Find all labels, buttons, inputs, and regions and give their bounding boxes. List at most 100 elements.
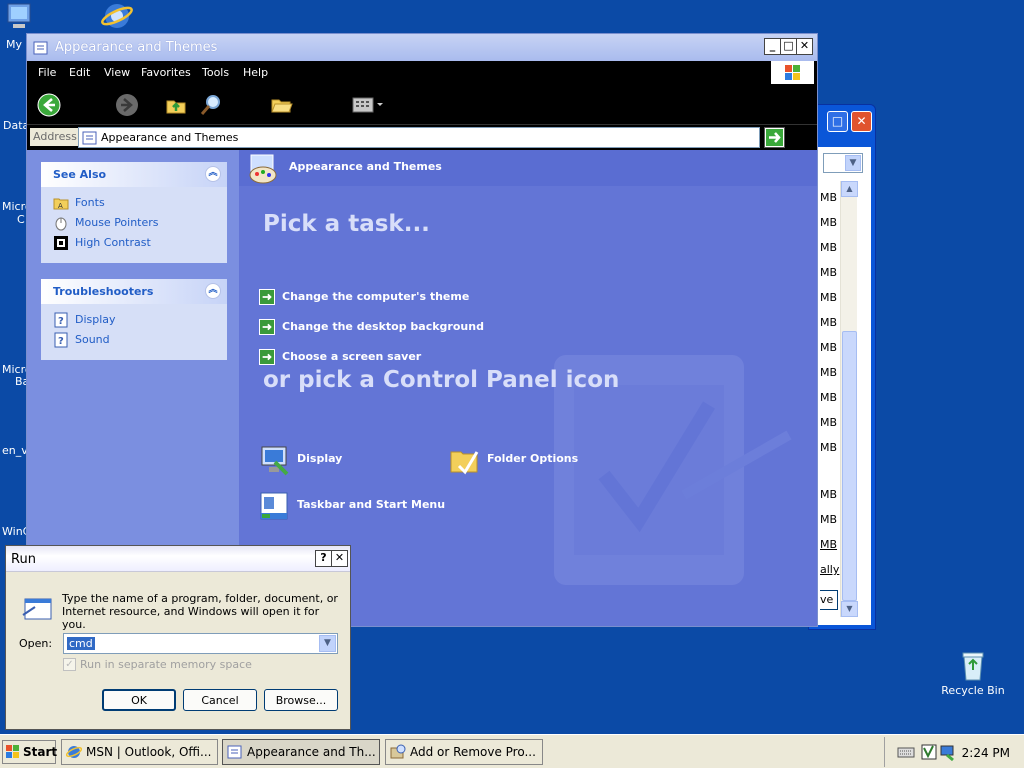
fonts-folder-icon: A: [53, 198, 69, 210]
help-button[interactable]: ?: [315, 550, 332, 567]
desktop-icon-ie[interactable]: [100, 0, 134, 34]
window-titlebar[interactable]: Appearance and Themes _ □ ✕: [27, 34, 817, 61]
ok-button[interactable]: OK: [102, 689, 176, 711]
menu-edit[interactable]: Edit: [69, 66, 90, 79]
vertical-scrollbar[interactable]: ▲ ▼: [840, 181, 858, 617]
size-cell: MB: [820, 391, 838, 404]
see-also-high-contrast[interactable]: High Contrast: [53, 235, 227, 255]
task-label: Choose a screen saver: [282, 350, 422, 363]
keyboard-icon[interactable]: [897, 745, 915, 759]
pick-task-heading: Pick a task...: [263, 211, 430, 237]
folders-icon[interactable]: [270, 93, 294, 117]
see-also-mouse-pointers[interactable]: Mouse Pointers: [53, 215, 227, 235]
taskbar-item-label: Appearance and Th...: [247, 745, 376, 759]
menu-view[interactable]: View: [104, 66, 130, 79]
see-also-title: See Also: [53, 168, 107, 181]
troubleshooters-header[interactable]: Troubleshooters ︽: [41, 279, 227, 304]
close-button[interactable]: ✕: [796, 38, 813, 55]
scroll-up-icon[interactable]: ▲: [841, 181, 858, 197]
troubleshooter-sound[interactable]: ? Sound: [53, 332, 227, 352]
computer-icon: [7, 3, 31, 28]
cp-icon-display[interactable]: Display: [259, 444, 342, 478]
open-input[interactable]: cmd ▼: [63, 633, 338, 654]
close-button[interactable]: ✕: [851, 111, 872, 132]
support-link[interactable]: ally: [820, 563, 839, 588]
menu-help[interactable]: Help: [243, 66, 268, 79]
appearance-themes-window[interactable]: Appearance and Themes _ □ ✕ File Edit Vi…: [26, 33, 818, 627]
troubleshooter-label: Display: [75, 313, 116, 326]
help-icon: ?: [54, 332, 68, 348]
go-button[interactable]: [764, 127, 785, 148]
maximize-button[interactable]: □: [780, 38, 797, 55]
display-settings-icon[interactable]: [939, 743, 957, 761]
scroll-thumb[interactable]: [842, 331, 857, 601]
taskbar-item-msn[interactable]: MSN | Outlook, Offi...: [61, 739, 218, 765]
svg-text:A: A: [58, 202, 63, 210]
taskbar-start-menu-icon: [260, 492, 288, 520]
size-cell: MB: [820, 441, 838, 454]
windows-logo-icon: [771, 61, 814, 84]
forward-icon[interactable]: [115, 93, 139, 117]
run-titlebar[interactable]: Run ? ✕: [6, 546, 350, 572]
cp-icon-label: Display: [297, 452, 343, 465]
display-icon: [261, 446, 289, 476]
task-change-theme[interactable]: Change the computer's theme: [259, 288, 469, 308]
close-button[interactable]: ✕: [331, 550, 348, 567]
maximize-button[interactable]: □: [827, 111, 848, 132]
category-header: Appearance and Themes: [239, 150, 817, 186]
clock[interactable]: 2:24 PM: [962, 746, 1010, 760]
address-bar: Address Appearance and Themes: [27, 125, 817, 150]
run-dialog[interactable]: Run ? ✕ Type the name of a program, fold…: [5, 545, 351, 730]
collapse-chevron-icon[interactable]: ︽: [205, 166, 221, 182]
standard-toolbar: [27, 84, 817, 125]
browse-button[interactable]: Browse...: [264, 689, 338, 711]
task-screen-saver[interactable]: Choose a screen saver: [259, 348, 421, 368]
system-tray: 2:24 PM: [884, 737, 1024, 767]
size-cell: [820, 466, 839, 488]
sort-by-combo[interactable]: ▼: [823, 153, 863, 173]
taskbar-item-label: MSN | Outlook, Offi...: [86, 745, 212, 759]
taskbar-item-add-remove[interactable]: Add or Remove Pro...: [385, 739, 543, 765]
menu-tools[interactable]: Tools: [202, 66, 229, 79]
cp-icon-taskbar-start-menu[interactable]: Taskbar and Start Menu: [259, 490, 445, 524]
size-cell: MB: [820, 513, 838, 526]
collapse-chevron-icon[interactable]: ︽: [205, 283, 221, 299]
task-label: Change the computer's theme: [282, 290, 470, 303]
troubleshooter-label: Sound: [75, 333, 110, 346]
menu-file[interactable]: File: [38, 66, 56, 79]
size-cell: MB: [820, 488, 838, 501]
desktop-icon-my-computer[interactable]: My: [0, 2, 31, 51]
task-change-background[interactable]: Change the desktop background: [259, 318, 484, 338]
recycle-bin-label: Recycle Bin: [941, 684, 1005, 697]
chevron-down-icon[interactable]: ▼: [319, 635, 336, 652]
remove-button-fragment[interactable]: ve: [820, 590, 838, 610]
back-icon[interactable]: [37, 93, 61, 117]
control-panel-icon: [227, 745, 242, 759]
search-icon[interactable]: [199, 93, 223, 117]
scroll-down-icon[interactable]: ▼: [841, 601, 858, 617]
add-remove-programs-window[interactable]: □ ✕ ▼ MB MB MB MB MB MB MB MB MB MB MB M…: [808, 104, 876, 630]
see-also-panel: See Also ︽ A Fonts Mouse Pointers High C…: [41, 162, 227, 263]
control-panel-icon: [33, 41, 48, 55]
see-also-label: Fonts: [75, 196, 105, 209]
see-also-label: High Contrast: [75, 236, 151, 249]
cancel-button[interactable]: Cancel: [183, 689, 257, 711]
start-button[interactable]: Start: [2, 740, 57, 764]
views-icon[interactable]: [351, 93, 385, 117]
task-arrow-icon: [259, 289, 275, 305]
taskbar-item-label: Add or Remove Pro...: [410, 745, 536, 759]
network-icon[interactable]: [921, 743, 939, 761]
see-also-header[interactable]: See Also ︽: [41, 162, 227, 187]
up-folder-icon[interactable]: [164, 93, 188, 117]
taskbar-item-appearance[interactable]: Appearance and Th...: [222, 739, 380, 765]
address-input[interactable]: Appearance and Themes: [78, 127, 760, 148]
troubleshooter-display[interactable]: ? Display: [53, 312, 227, 332]
open-value: cmd: [67, 637, 95, 650]
see-also-fonts[interactable]: A Fonts: [53, 195, 227, 215]
size-cell: MB: [820, 538, 838, 551]
menu-favorites[interactable]: Favorites: [141, 66, 191, 79]
minimize-button[interactable]: _: [764, 38, 781, 55]
size-cell: MB: [820, 291, 838, 304]
cp-icon-folder-options[interactable]: Folder Options: [449, 444, 578, 478]
desktop-icon-recycle-bin[interactable]: Recycle Bin: [938, 650, 1008, 697]
